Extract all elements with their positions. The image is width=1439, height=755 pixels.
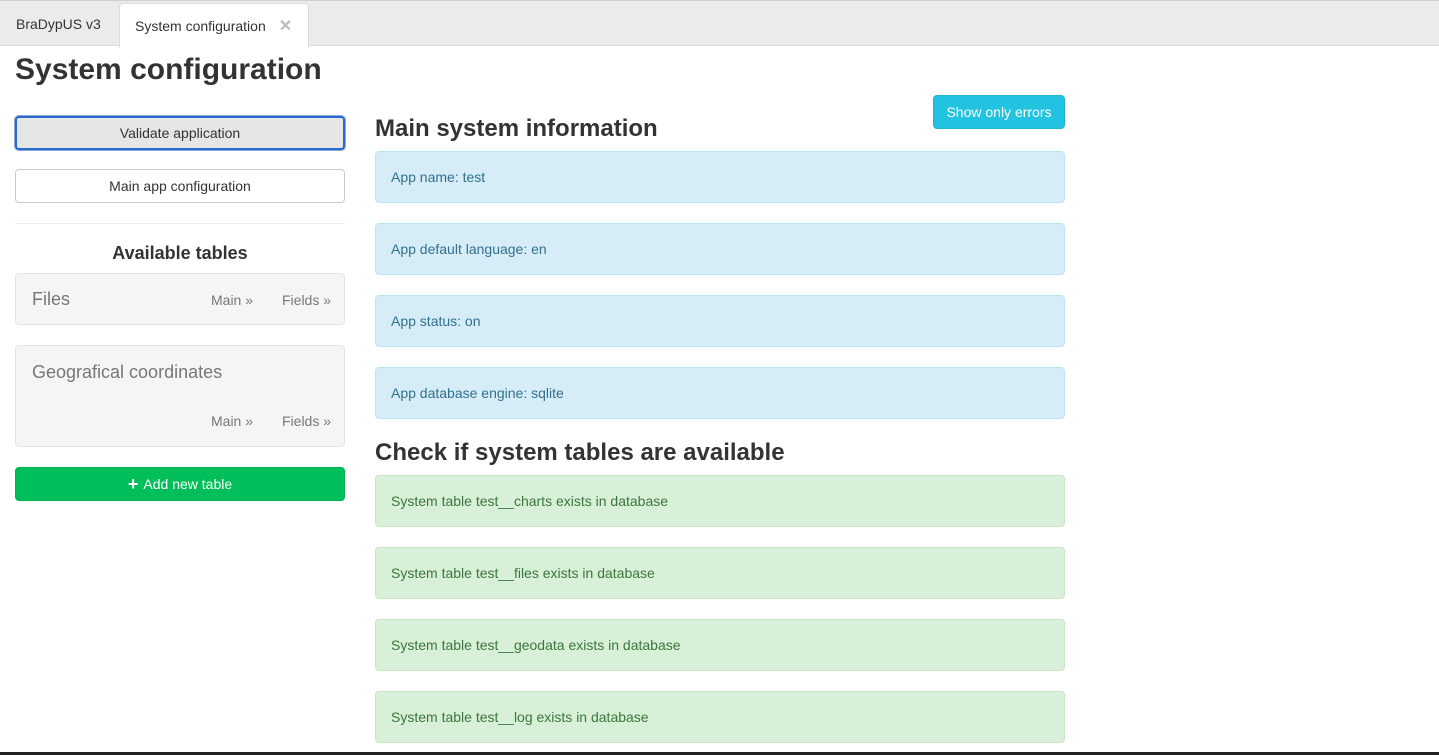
add-new-table-label: Add new table <box>143 476 233 492</box>
system-info-alert: App status: on <box>375 295 1065 347</box>
alert-text: System table test__geodata exists in dat… <box>391 637 681 653</box>
available-tables-title: Available tables <box>112 243 248 263</box>
system-info-alert: App name: test <box>375 151 1065 203</box>
tab-bar: BraDypUS v3 System configuration ✕ <box>0 0 1439 48</box>
system-info-alert: App default language: en <box>375 223 1065 275</box>
alert-text: App database engine: sqlite <box>391 385 564 401</box>
table-main-link[interactable]: Main » <box>211 413 253 429</box>
tab-system-configuration[interactable]: System configuration ✕ <box>119 3 309 48</box>
alert-text: System table test__charts exists in data… <box>391 493 669 509</box>
alert-text: App status: on <box>391 313 481 329</box>
tab-label: System configuration <box>135 18 266 34</box>
page-title: System configuration <box>15 53 322 86</box>
table-card-files: Files Main » Fields » <box>15 273 345 325</box>
alert-text: App default language: en <box>391 241 547 257</box>
table-fields-link[interactable]: Fields » <box>282 292 331 308</box>
tab-home-label: BraDypUS v3 <box>16 16 101 32</box>
alert-text: App name: test <box>391 169 486 185</box>
main-system-information-title: Main system information <box>375 115 658 142</box>
table-name: Geografical coordinates <box>32 362 223 382</box>
main-app-configuration-button[interactable]: Main app configuration <box>15 169 345 203</box>
show-only-errors-button[interactable]: Show only errors <box>933 95 1065 129</box>
plus-icon: + <box>127 474 139 494</box>
alert-text: System table test__files exists in datab… <box>391 565 655 581</box>
validate-application-button[interactable]: Validate application <box>15 116 345 150</box>
system-info-alert: App database engine: sqlite <box>375 367 1065 419</box>
tab-home[interactable]: BraDypUS v3 <box>16 1 101 47</box>
table-card-geografical-coordinates: Geografical coordinates Main » Fields » <box>15 345 345 447</box>
system-table-alert: System table test__log exists in databas… <box>375 691 1065 743</box>
system-table-alert: System table test__files exists in datab… <box>375 547 1065 599</box>
system-tables-title: Check if system tables are available <box>375 439 785 466</box>
alert-text: System table test__log exists in databas… <box>391 709 649 725</box>
add-new-table-button[interactable]: + Add new table <box>15 467 345 501</box>
system-table-alert: System table test__geodata exists in dat… <box>375 619 1065 671</box>
table-name: Files <box>32 289 71 309</box>
table-main-link[interactable]: Main » <box>211 292 253 308</box>
table-fields-link[interactable]: Fields » <box>282 413 331 429</box>
system-table-alert: System table test__charts exists in data… <box>375 475 1065 527</box>
close-icon[interactable]: ✕ <box>279 16 292 36</box>
divider <box>15 223 345 224</box>
